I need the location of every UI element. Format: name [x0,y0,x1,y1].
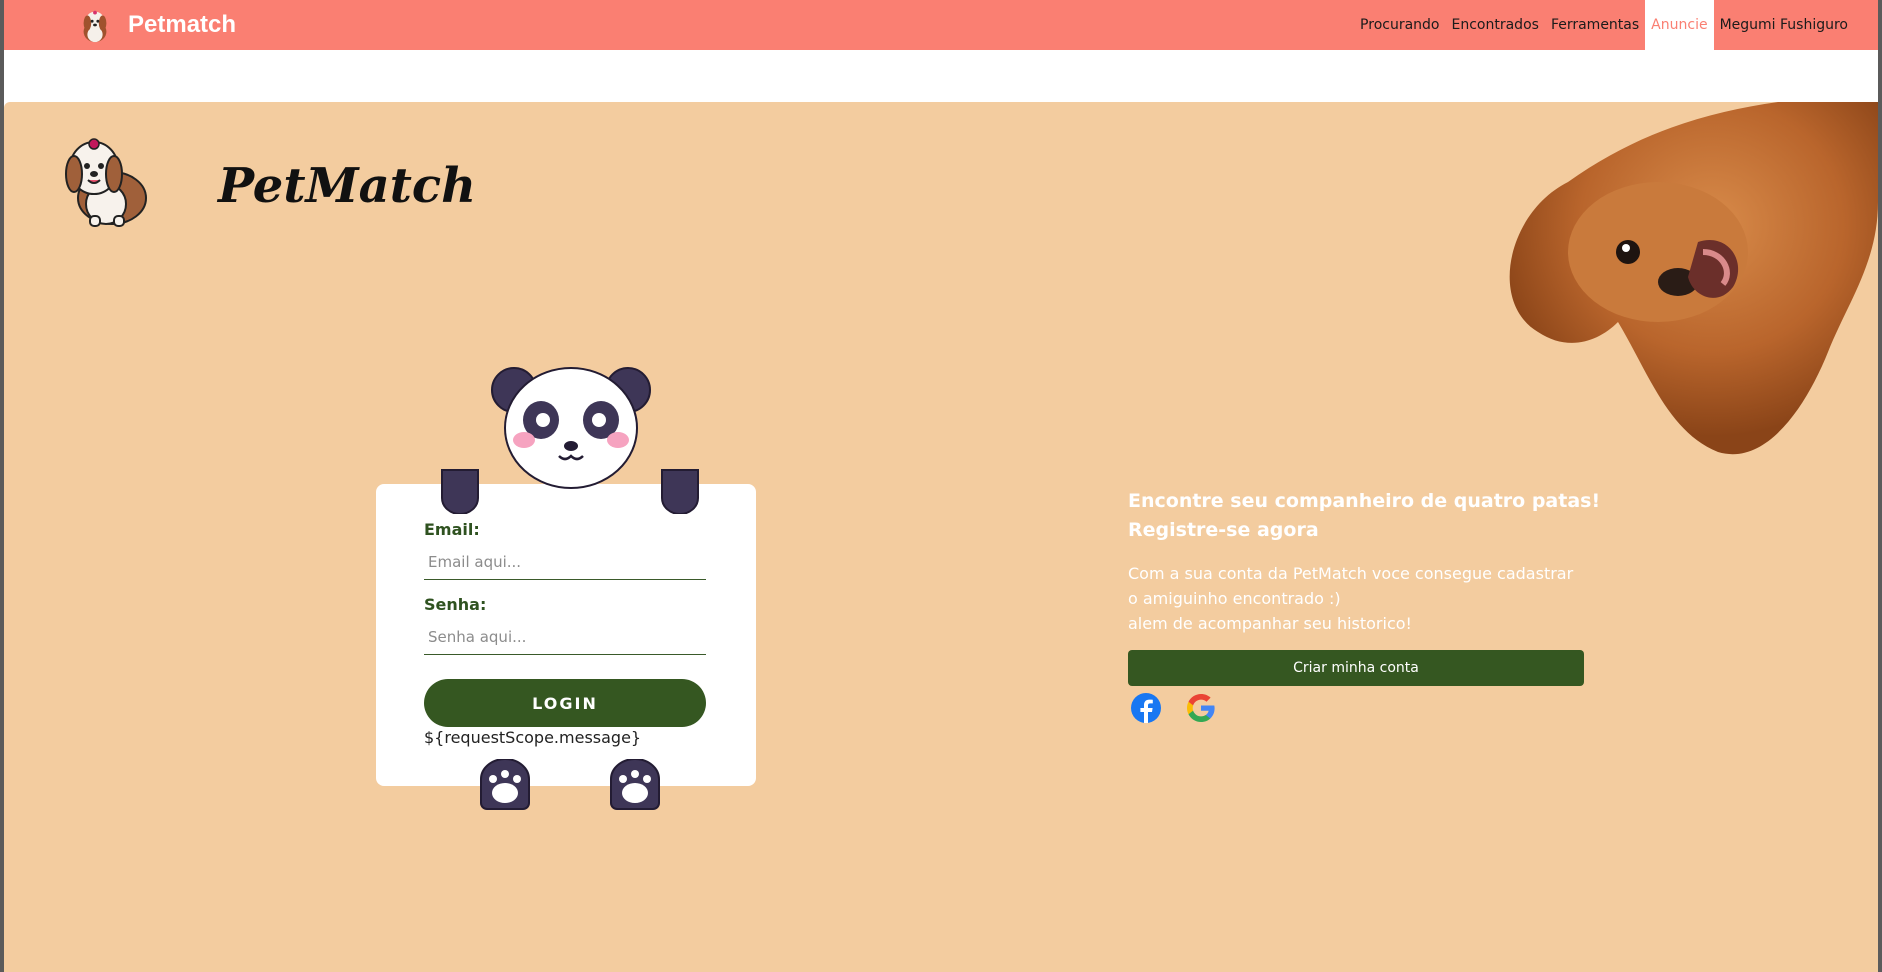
panda-paw-left-icon [441,469,479,514]
facebook-icon[interactable] [1130,692,1162,724]
create-account-button[interactable]: Criar minha conta [1128,650,1584,686]
email-label: Email: [424,520,480,539]
shih-tzu-logo-icon [83,10,107,43]
nav-item-anuncie[interactable]: Anuncie [1645,0,1714,50]
nav-item-encontrados[interactable]: Encontrados [1446,0,1545,50]
page-frame: Petmatch Procurando Encontrados Ferramen… [4,0,1878,972]
shih-tzu-mascot-icon [65,138,147,227]
brand[interactable]: Petmatch [76,6,236,44]
nav-item-ferramentas[interactable]: Ferramentas [1545,0,1645,50]
puppy-photo [1509,102,1878,455]
login-message: ${requestScope.message} [424,728,642,747]
nav-menu: Procurando Encontrados Ferramentas Anunc… [1354,0,1854,50]
panda-foot-right-icon [610,759,660,810]
panda-foot-left-icon [480,759,530,810]
promo-text-3: alem de acompanhar seu historico! [1128,614,1412,633]
main-section: PetMatch Encontre seu companheiro de qua… [4,102,1878,972]
login-button[interactable]: LOGIN [424,679,706,727]
email-field[interactable] [424,544,706,580]
google-icon[interactable] [1185,692,1217,724]
panda-paw-right-icon [661,469,699,514]
window-edge-right [1878,0,1882,972]
promo-headline-2: Registre-se agora [1128,519,1319,541]
panda-icon [491,367,651,489]
navbar: Petmatch Procurando Encontrados Ferramen… [4,0,1878,50]
page-title: PetMatch [218,158,477,214]
promo-text-1: Com a sua conta da PetMatch voce consegu… [1128,564,1574,583]
nav-item-procurando[interactable]: Procurando [1354,0,1445,50]
nav-item-user[interactable]: Megumi Fushiguro [1714,0,1854,50]
promo-text-2: o amiguinho encontrado :) [1128,589,1341,608]
promo-headline-1: Encontre seu companheiro de quatro patas… [1128,490,1601,512]
password-label: Senha: [424,595,487,614]
brand-name: Petmatch [128,11,237,38]
password-field[interactable] [424,619,706,655]
